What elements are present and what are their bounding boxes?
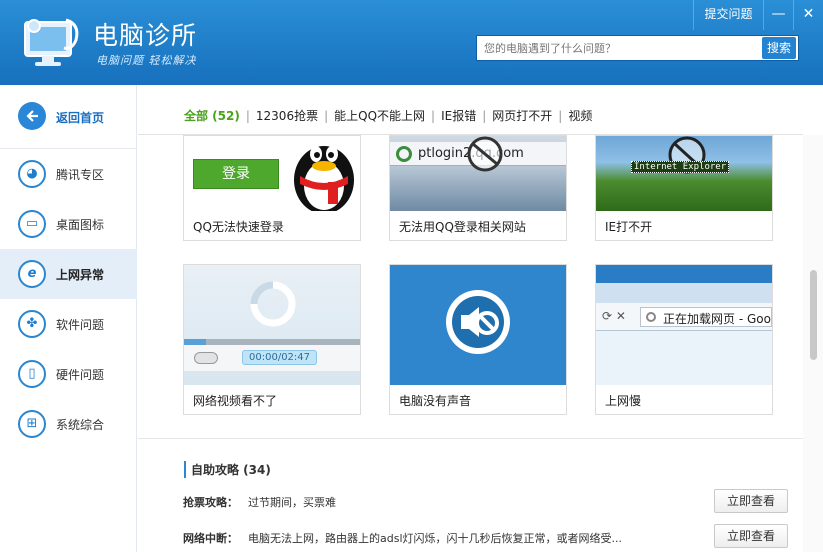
submit-question-link[interactable]: 提交问题 bbox=[693, 0, 763, 30]
loading-spinner-icon bbox=[250, 281, 296, 327]
sidebar-item-label: 腾讯专区 bbox=[56, 168, 105, 182]
penguin-icon bbox=[294, 146, 354, 211]
tab-all[interactable]: 全部 (52) bbox=[184, 107, 240, 124]
guide-row-label: 抢票攻略： bbox=[183, 496, 238, 509]
sidebar-item-label: 硬件问题 bbox=[56, 368, 105, 382]
sidebar-item-label: 软件问题 bbox=[56, 318, 105, 332]
problem-card[interactable]: 00:00/02:47 网络视频看不了 bbox=[183, 264, 361, 415]
card-thumbnail: 登录 bbox=[184, 136, 360, 211]
ie-icon: e bbox=[18, 260, 46, 288]
tab-separator: | bbox=[431, 108, 436, 123]
sidebar-item-system[interactable]: ⊞ 系统综合 bbox=[0, 399, 137, 449]
sidebar-nav: ◕ 腾讯专区 ▭ 桌面图标 e 上网异常 ✤ 软件问题 ▯ 硬件问题 ⊞ 系统综… bbox=[0, 149, 137, 449]
tab-separator: | bbox=[324, 108, 329, 123]
card-thumbnail bbox=[390, 265, 566, 385]
guide-row-text: 过节期间，买票难 bbox=[248, 496, 336, 509]
app-title: 电脑诊所 bbox=[93, 21, 198, 50]
guide-row: 抢票攻略： 过节期间，买票难 bbox=[183, 494, 336, 510]
card-caption: 电脑没有声音 bbox=[399, 394, 472, 408]
guide-row-label: 网络中断： bbox=[183, 532, 238, 545]
title-bar: 电脑诊所 电脑问题 轻松解决 提交问题 — ✕ 搜索 bbox=[0, 0, 823, 85]
tab-video[interactable]: 视频 bbox=[568, 107, 592, 124]
card-thumbnail: 00:00/02:47 bbox=[184, 265, 360, 385]
browser-tabstrip bbox=[596, 283, 772, 303]
card-caption: 上网慢 bbox=[605, 394, 642, 408]
search-input[interactable] bbox=[477, 36, 760, 60]
scrollbar-thumb[interactable] bbox=[810, 270, 817, 360]
card-caption: QQ无法快速登录 bbox=[193, 220, 284, 234]
problem-card[interactable]: ptlogin2.qq.com 无法用QQ登录相关网站 bbox=[389, 135, 567, 241]
sidebar-item-desktop-icons[interactable]: ▭ 桌面图标 bbox=[0, 199, 137, 249]
app-slogan: 电脑问题 轻松解决 bbox=[96, 54, 197, 67]
category-tabs: 全部 (52) | 12306抢票 | 能上QQ不能上网 | IE报错 | 网页… bbox=[184, 107, 592, 124]
back-home-label: 返回首页 bbox=[56, 111, 105, 125]
guide-row-text: 电脑无法上网，路由器上的adsl灯闪烁，闪十几秒后恢复正常，或者网络受... bbox=[248, 532, 622, 545]
minimize-button[interactable]: — bbox=[763, 0, 793, 30]
card-thumbnail: ptlogin2.qq.com bbox=[390, 136, 566, 211]
problem-card[interactable]: Internet Explorer IE打不开 bbox=[595, 135, 773, 241]
tab-page-wont-open[interactable]: 网页打不开 bbox=[492, 107, 552, 124]
video-controls: 00:00/02:47 bbox=[184, 345, 360, 371]
vertical-scrollbar[interactable] bbox=[803, 135, 823, 552]
problem-card[interactable]: 电脑没有声音 bbox=[389, 264, 567, 415]
ie-desktop-label: Internet Explorer bbox=[631, 161, 730, 173]
tab-qq-no-internet[interactable]: 能上QQ不能上网 bbox=[334, 107, 425, 124]
loading-spinner-icon bbox=[646, 312, 656, 322]
section-divider bbox=[138, 438, 803, 439]
close-button[interactable]: ✕ bbox=[793, 0, 823, 30]
view-now-button[interactable]: 立即查看 bbox=[714, 524, 788, 548]
sidebar-item-tencent[interactable]: ◕ 腾讯专区 bbox=[0, 149, 137, 199]
browser-toolbar: ⟳ ✕ 正在加载网页 - Goo bbox=[596, 303, 772, 331]
search-button[interactable]: 搜索 bbox=[762, 37, 796, 59]
software-icon: ✤ bbox=[18, 310, 46, 338]
tab-ie-error[interactable]: IE报错 bbox=[441, 107, 476, 124]
video-time: 00:00/02:47 bbox=[242, 350, 318, 365]
main-content: 全部 (52) | 12306抢票 | 能上QQ不能上网 | IE报错 | 网页… bbox=[138, 85, 823, 552]
window-controls: 提交问题 — ✕ bbox=[693, 0, 823, 30]
sidebar: 返回首页 ◕ 腾讯专区 ▭ 桌面图标 e 上网异常 ✤ 软件问题 ▯ 硬件问题 … bbox=[0, 85, 137, 552]
card-caption: 无法用QQ登录相关网站 bbox=[399, 220, 526, 234]
back-home-button[interactable]: 返回首页 bbox=[0, 85, 137, 149]
loading-address-bar: 正在加载网页 - Goo bbox=[640, 307, 772, 327]
card-thumbnail: Internet Explorer bbox=[596, 136, 772, 211]
app-logo-icon bbox=[22, 14, 84, 70]
tab-separator: | bbox=[482, 108, 487, 123]
card-caption: IE打不开 bbox=[605, 220, 653, 234]
login-button-image: 登录 bbox=[193, 159, 279, 189]
monitor-icon: ▭ bbox=[18, 210, 46, 238]
sidebar-item-software[interactable]: ✤ 软件问题 bbox=[0, 299, 137, 349]
sidebar-item-hardware[interactable]: ▯ 硬件问题 bbox=[0, 349, 137, 399]
phone-icon: ▯ bbox=[18, 360, 46, 388]
loading-text: 正在加载网页 - Goo bbox=[663, 312, 771, 326]
muted-speaker-icon bbox=[446, 290, 510, 354]
penguin-icon: ◕ bbox=[18, 160, 46, 188]
problem-card[interactable]: 登录 QQ无法快速登录 bbox=[183, 135, 361, 241]
sidebar-item-label: 上网异常 bbox=[56, 268, 105, 282]
back-arrow-icon bbox=[18, 102, 46, 130]
sidebar-item-label: 桌面图标 bbox=[56, 218, 105, 232]
card-thumbnail: ⟳ ✕ 正在加载网页 - Goo bbox=[596, 265, 772, 385]
tab-separator: | bbox=[558, 108, 563, 123]
windows-icon: ⊞ bbox=[18, 410, 46, 438]
tab-separator: | bbox=[245, 108, 250, 123]
card-caption: 网络视频看不了 bbox=[193, 394, 278, 408]
sidebar-item-network[interactable]: e 上网异常 bbox=[0, 249, 137, 299]
browser-titlebar bbox=[596, 265, 772, 283]
search-box: 搜索 bbox=[476, 35, 799, 61]
play-pause-icon[interactable] bbox=[194, 352, 218, 364]
sidebar-item-label: 系统综合 bbox=[56, 418, 105, 432]
browser-icon bbox=[396, 146, 412, 162]
blocked-icon bbox=[467, 136, 503, 172]
problem-card[interactable]: ⟳ ✕ 正在加载网页 - Goo 上网慢 bbox=[595, 264, 773, 415]
guide-heading: 自助攻略 (34) bbox=[184, 461, 271, 478]
guide-row: 网络中断： 电脑无法上网，路由器上的adsl灯闪烁，闪十几秒后恢复正常，或者网络受… bbox=[183, 530, 622, 546]
refresh-icon: ⟳ ✕ bbox=[602, 309, 626, 323]
view-now-button[interactable]: 立即查看 bbox=[714, 489, 788, 513]
tab-12306[interactable]: 12306抢票 bbox=[256, 107, 318, 124]
